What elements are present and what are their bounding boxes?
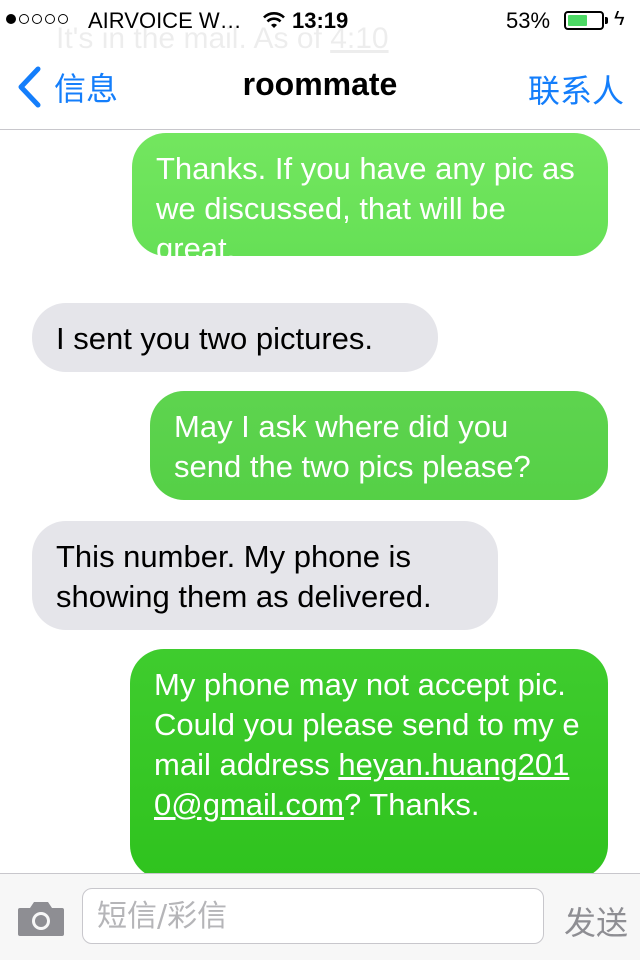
wifi-icon [263, 12, 285, 28]
message-text: ? Thanks. [343, 787, 480, 822]
back-button-label: 信息 [54, 71, 119, 107]
message-bubble-sent[interactable]: My phone may not accept pic. Could you p… [130, 649, 608, 873]
battery-percent: 53% [506, 8, 551, 33]
message-bubble-received[interactable]: I sent you two pictures. [32, 303, 438, 372]
charging-bolt-icon: ϟ [614, 8, 625, 30]
back-button[interactable]: 信息 [16, 64, 118, 110]
signal-strength-icon [6, 14, 68, 24]
carrier-name: AIRVOICE W… [88, 8, 242, 33]
clock: 13:19 [292, 8, 349, 33]
message-input[interactable] [83, 889, 543, 943]
message-bubble-sent[interactable]: Thanks. If you have any pic as we discus… [132, 133, 608, 266]
battery-icon [564, 11, 608, 30]
navigation-bar: 信息 roommate 联系人 [0, 40, 640, 130]
message-input-bar: 发送 [0, 873, 640, 960]
message-text: Thanks. If you have any pic as we discus… [156, 151, 575, 266]
camera-icon[interactable] [16, 898, 66, 938]
message-bubble-received[interactable]: This number. My phone is showing them as… [32, 521, 498, 630]
message-field[interactable] [82, 888, 544, 944]
send-button[interactable]: 发送 [564, 898, 628, 944]
status-bar: AIRVOICE W… 13:19 53% ϟ [0, 0, 640, 40]
chevron-left-icon [18, 66, 41, 108]
message-text: I sent you two pictures. [56, 321, 374, 356]
message-thread[interactable]: Thanks. If you have any pic as we discus… [0, 131, 640, 873]
message-text: This number. My phone is showing them as… [56, 539, 432, 614]
contact-button[interactable]: 联系人 [528, 66, 624, 112]
message-bubble-sent[interactable]: May I ask where did you send the two pic… [150, 391, 608, 500]
message-text: May I ask where did you send the two pic… [174, 409, 531, 484]
